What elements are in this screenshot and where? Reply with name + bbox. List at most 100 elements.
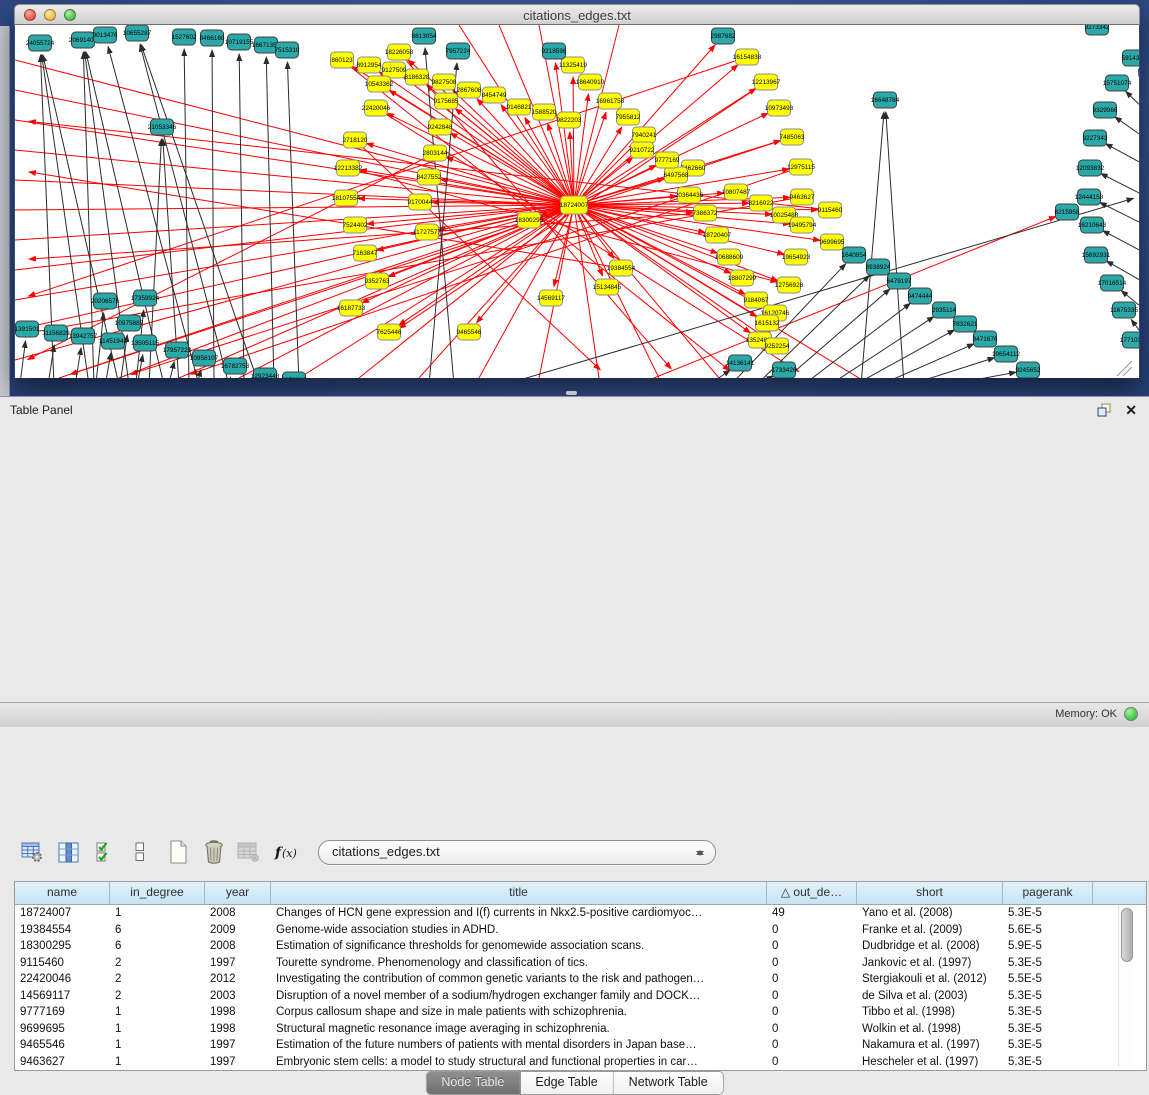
network-node[interactable]: 18107554 (332, 190, 361, 206)
table-cell[interactable]: 1998 (205, 1004, 271, 1021)
network-node[interactable]: 1615132 (755, 315, 780, 331)
close-panel-icon[interactable]: ✕ (1125, 402, 1137, 418)
network-node[interactable]: 12093832 (1076, 160, 1105, 176)
table-row[interactable]: 2242004622012Investigating the contribut… (15, 971, 1146, 988)
network-node[interactable]: 9474444 (908, 288, 933, 304)
network-node[interactable]: 14569117 (537, 290, 565, 306)
table-cell[interactable]: Dudbridge et al. (2008) (857, 938, 1003, 955)
delete-table-icon[interactable] (202, 839, 226, 865)
network-node[interactable]: 7485063 (780, 129, 805, 145)
table-cell[interactable]: 5.3E-5 (1003, 988, 1093, 1005)
network-node[interactable]: 9242848 (428, 119, 453, 135)
window-titlebar[interactable]: citations_edges.txt (14, 4, 1140, 25)
tab-network-table[interactable]: Network Table (614, 1072, 723, 1094)
network-node[interactable]: 14136141 (726, 355, 755, 371)
table-row[interactable]: 1872400712008Changes of HCN gene express… (15, 905, 1146, 922)
network-node[interactable]: 18300295 (515, 212, 544, 228)
table-cell[interactable]: Jankovic et al. (1997) (857, 955, 1003, 972)
network-node[interactable]: 9218596 (542, 43, 567, 59)
network-node[interactable]: 11325419 (559, 57, 587, 73)
network-node[interactable]: 16210643 (1078, 217, 1107, 233)
table-cell[interactable]: 5.3E-5 (1003, 1004, 1093, 1021)
network-node[interactable]: 18807299 (728, 270, 757, 286)
column-header-pagerank[interactable]: pagerank (1003, 882, 1093, 904)
table-cell[interactable]: de Silva et al. (2003) (857, 988, 1003, 1005)
network-node[interactable]: 10973493 (765, 100, 794, 116)
network-node[interactable]: 22420046 (362, 100, 391, 116)
network-node[interactable]: 1527602 (172, 29, 197, 45)
table-cell[interactable]: 5.3E-5 (1003, 905, 1093, 922)
network-node[interactable]: 10654112 (992, 346, 1020, 362)
network-node[interactable]: 9227343 (1083, 130, 1108, 146)
table-cell[interactable]: 5.3E-5 (1003, 1021, 1093, 1038)
table-cell[interactable]: 9465546 (15, 1037, 110, 1054)
network-node[interactable]: 15751074 (1103, 75, 1132, 91)
table-cell[interactable]: 9115460 (15, 955, 110, 972)
table-cell[interactable]: Franke et al. (2009) (857, 922, 1003, 939)
network-node[interactable]: 17016514 (1098, 275, 1127, 291)
table-cell[interactable]: 1 (110, 1054, 205, 1071)
network-node[interactable]: 21053346 (148, 119, 177, 135)
network-node[interactable]: 7832621 (953, 316, 978, 332)
network-node[interactable]: 7386372 (693, 205, 718, 221)
network-node[interactable]: 20206576 (91, 293, 120, 309)
table-cell[interactable]: 0 (767, 1004, 857, 1021)
column-header-out_de[interactable]: △ out_de… (767, 882, 857, 904)
network-node[interactable]: 2803144 (423, 145, 448, 161)
network-node[interactable]: 12923448 (251, 368, 280, 378)
network-node[interactable]: 7163847 (353, 245, 378, 261)
network-node[interactable]: 1588520 (532, 104, 557, 120)
network-node[interactable]: 19384554 (607, 260, 636, 276)
table-cell[interactable]: Tibbo et al. (1998) (857, 1004, 1003, 1021)
network-node[interactable]: 10958107 (190, 350, 219, 366)
table-cell[interactable]: 1997 (205, 1054, 271, 1071)
column-header-name[interactable]: name (15, 882, 110, 904)
network-node[interactable]: 9210722 (630, 142, 655, 158)
table-cell[interactable]: 14569117 (15, 988, 110, 1005)
network-node[interactable]: 24055724 (26, 35, 55, 51)
network-node[interactable]: 9245652 (1016, 362, 1041, 378)
network-node[interactable]: 8216022 (749, 195, 774, 211)
table-cell[interactable]: 18300295 (15, 938, 110, 955)
table-row[interactable]: 977716911998Corpus callosum shape and si… (15, 1004, 1146, 1021)
network-node[interactable]: 11727577 (413, 224, 441, 240)
column-header-in_degree[interactable]: in_degree (110, 882, 205, 904)
table-cell[interactable]: Disruption of a novel member of a sodium… (271, 988, 767, 1005)
table-cell[interactable]: 1997 (205, 1037, 271, 1054)
table-cell[interactable]: 2 (110, 988, 205, 1005)
network-node[interactable]: 18226058 (385, 44, 414, 60)
network-node[interactable]: 16961758 (596, 93, 625, 109)
table-selector-dropdown[interactable]: citations_edges.txt (318, 840, 716, 865)
network-node[interactable]: 8813054 (412, 28, 437, 44)
network-node[interactable]: 12213967 (752, 74, 781, 90)
column-header-short[interactable]: short (857, 882, 1003, 904)
network-node[interactable]: 20364436 (675, 187, 704, 203)
network-node[interactable]: 9273342 (1085, 25, 1110, 35)
table-cell[interactable]: Genome-wide association studies in ADHD. (271, 922, 767, 939)
network-node[interactable]: 10688609 (715, 249, 744, 265)
network-node[interactable]: 7955812 (616, 109, 641, 125)
select-all-icon[interactable] (95, 840, 115, 864)
table-cell[interactable]: Corpus callosum shape and size in male p… (271, 1004, 767, 1021)
network-node[interactable]: 15692931 (1082, 247, 1111, 263)
network-node[interactable]: 9827508 (432, 74, 457, 90)
new-table-icon[interactable] (167, 839, 190, 865)
network-node[interactable]: 8427552 (417, 169, 442, 185)
table-cell[interactable]: Tourette syndrome. Phenomenology and cla… (271, 955, 767, 972)
table-cell[interactable]: 9699695 (15, 1021, 110, 1038)
network-node[interactable]: 2867608 (457, 82, 482, 98)
network-node[interactable]: 12213382 (334, 160, 363, 176)
network-node[interactable]: 16154838 (733, 49, 762, 65)
network-node[interactable]: 6497568 (664, 167, 689, 183)
table-cell[interactable]: 2009 (205, 922, 271, 939)
table-cell[interactable]: 1998 (205, 1021, 271, 1038)
table-cell[interactable]: Changes of HCN gene expression and I(f) … (271, 905, 767, 922)
network-node[interactable]: 9146821 (507, 99, 532, 115)
network-node[interactable]: 8215958 (1055, 204, 1080, 220)
table-cell[interactable]: Stergiakouli et al. (2012) (857, 971, 1003, 988)
network-node[interactable]: 9777169 (655, 152, 680, 168)
table-cell[interactable]: Estimation of the future numbers of pati… (271, 1037, 767, 1054)
table-cell[interactable]: Investigating the contribution of common… (271, 971, 767, 988)
function-builder-icon[interactable]: f (x) (274, 841, 300, 863)
network-node[interactable]: 17710345 (1120, 332, 1139, 348)
